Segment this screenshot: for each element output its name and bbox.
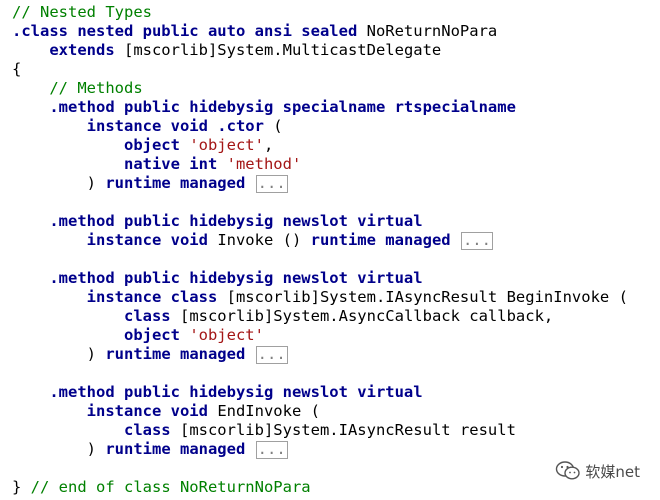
wechat-icon <box>555 460 581 482</box>
code-line: .method public hidebysig newslot virtual <box>12 383 628 402</box>
collapsed-block-button[interactable]: ... <box>255 175 288 193</box>
code-text: [mscorlib]System.MulticastDelegate <box>123 41 442 59</box>
code-keyword: runtime managed <box>105 440 246 458</box>
code-text: [mscorlib]System.AsyncCallback callback, <box>179 307 554 325</box>
code-line: // Methods <box>12 79 628 98</box>
code-text: ) <box>86 174 106 192</box>
code-text: ) <box>86 440 106 458</box>
code-keyword: class <box>123 307 180 325</box>
code-line: // Nested Types <box>12 3 628 22</box>
code-line: native int 'method' <box>12 155 628 174</box>
code-line: } // end of class NoReturnNoPara <box>12 478 628 497</box>
code-string: 'object' <box>189 326 264 344</box>
watermark: 软媒net <box>555 460 640 482</box>
code-line: { <box>12 60 628 79</box>
code-line: ) runtime managed ... <box>12 345 628 364</box>
code-keyword: .method public hidebysig newslot virtual <box>49 212 423 230</box>
code-text: [mscorlib]System.IAsyncResult result <box>179 421 516 439</box>
collapsed-block-button[interactable]: ... <box>255 441 288 459</box>
code-text: ( <box>273 117 283 135</box>
code-keyword: class <box>123 421 180 439</box>
code-string: 'object' <box>189 136 264 154</box>
code-line: ) runtime managed ... <box>12 440 628 459</box>
code-line: instance void Invoke () runtime managed … <box>12 231 628 250</box>
code-text: ) <box>86 345 106 363</box>
code-keyword: .class nested public auto ansi sealed <box>12 22 367 40</box>
code-line: .method public hidebysig newslot virtual <box>12 269 628 288</box>
code-comment: // end of class NoReturnNoPara <box>30 478 311 496</box>
watermark-text: 软媒net <box>585 462 640 481</box>
collapsed-block-button[interactable]: ... <box>255 346 288 364</box>
code-view: // Nested Types .class nested public auto… <box>12 3 628 497</box>
code-line: class [mscorlib]System.IAsyncResult resu… <box>12 421 628 440</box>
collapsed-block-button[interactable]: ... <box>460 232 493 250</box>
code-keyword: instance void <box>86 231 218 249</box>
code-keyword: .method public hidebysig newslot virtual <box>49 383 423 401</box>
code-keyword: .method public hidebysig specialname rts… <box>49 98 516 116</box>
code-keyword: runtime managed <box>310 231 451 249</box>
code-comment: // Methods <box>49 79 143 97</box>
code-line: instance void EndInvoke ( <box>12 402 628 421</box>
code-text: { <box>12 60 22 78</box>
code-text: [mscorlib]System.IAsyncResult BeginInvok… <box>226 288 628 306</box>
code-keyword: instance class <box>86 288 227 306</box>
code-string: 'method' <box>226 155 302 173</box>
code-keyword: runtime managed <box>105 345 246 363</box>
code-text: } <box>12 478 31 496</box>
code-line: class [mscorlib]System.AsyncCallback cal… <box>12 307 628 326</box>
code-text: Invoke () <box>217 231 311 249</box>
code-line: .class nested public auto ansi sealed No… <box>12 22 628 41</box>
code-line: instance class [mscorlib]System.IAsyncRe… <box>12 288 628 307</box>
code-keyword: .method public hidebysig newslot virtual <box>49 269 423 287</box>
code-text: , <box>263 136 274 154</box>
code-line: instance void .ctor ( <box>12 117 628 136</box>
code-keyword: instance void <box>86 402 218 420</box>
code-line: .method public hidebysig newslot virtual <box>12 212 628 231</box>
code-line: object 'object' <box>12 326 628 345</box>
code-keyword: object <box>123 326 190 344</box>
code-line: .method public hidebysig specialname rts… <box>12 98 628 117</box>
code-keyword: instance void .ctor <box>86 117 274 135</box>
code-keyword: native int <box>123 155 227 173</box>
code-keyword: runtime managed <box>105 174 246 192</box>
code-text: EndInvoke ( <box>217 402 320 420</box>
code-comment: // Nested Types <box>12 3 152 21</box>
code-keyword: extends <box>49 41 124 59</box>
code-line: object 'object', <box>12 136 628 155</box>
code-keyword: object <box>123 136 190 154</box>
code-text: NoReturnNoPara <box>366 22 498 40</box>
code-line: extends [mscorlib]System.MulticastDelega… <box>12 41 628 60</box>
code-line: ) runtime managed ... <box>12 174 628 193</box>
